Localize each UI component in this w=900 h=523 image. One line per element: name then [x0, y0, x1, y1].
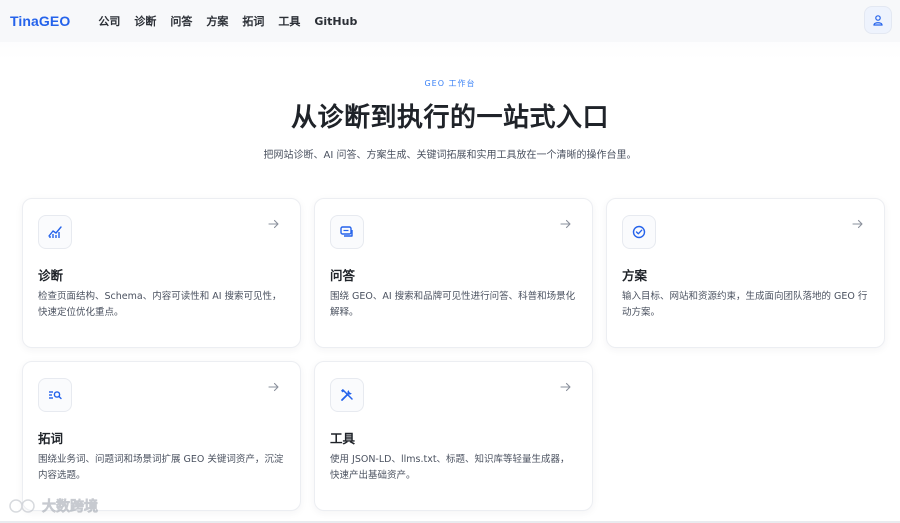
chat-icon — [340, 226, 353, 237]
watermark-logo-icon — [9, 499, 35, 513]
card-title: 问答 — [330, 268, 356, 283]
top-navigation-bar: TinaGEO 公司 诊断 问答 方案 拓词 工具 GitHub — [0, 0, 900, 42]
card-title: 拓词 — [38, 431, 64, 446]
nav-item-keywords[interactable]: 拓词 — [242, 13, 264, 29]
card-icon-box — [622, 215, 656, 249]
nav-item-plan[interactable]: 方案 — [206, 13, 228, 29]
card-diagnose[interactable]: 诊断 检查页面结构、Schema、内容可读性和 AI 搜索可见性，快速定位优化重… — [22, 198, 301, 348]
page-title: 从诊断到执行的一站式入口 — [290, 103, 609, 133]
nav-item-qa[interactable]: 问答 — [170, 13, 192, 29]
card-icon-box — [330, 215, 364, 249]
watermark-text: 大数跨境 — [42, 499, 99, 516]
hero-section: GEO 工作台 从诊断到执行的一站式入口 把网站诊断、AI 问答、方案生成、关键… — [0, 78, 900, 161]
arrow-right-icon — [560, 382, 571, 392]
card-title: 工具 — [330, 431, 356, 446]
check-circle-icon — [632, 225, 646, 239]
card-description: 检查页面结构、Schema、内容可读性和 AI 搜索可见性，快速定位优化重点。 — [38, 291, 282, 318]
tools-icon — [340, 388, 353, 401]
user-account-button[interactable] — [864, 6, 892, 34]
card-qa[interactable]: 问答 围绕 GEO、AI 搜索和品牌可见性进行问答、科普和场景化解释。 — [314, 198, 593, 348]
list-search-icon — [49, 391, 62, 400]
user-icon — [873, 15, 883, 26]
page-subtitle: 把网站诊断、AI 问答、方案生成、关键词拓展和实用工具放在一个清晰的操作台里。 — [263, 150, 637, 161]
nav-item-company[interactable]: 公司 — [98, 13, 120, 29]
nav-item-github[interactable]: GitHub — [314, 15, 357, 28]
arrow-right-icon — [852, 219, 863, 229]
nav-item-diagnose[interactable]: 诊断 — [134, 13, 156, 29]
card-keywords[interactable]: 拓词 围绕业务词、问题词和场景词扩展 GEO 关键词资产，沉淀内容选题。 — [22, 361, 301, 511]
watermark: 大数跨境 — [8, 496, 98, 516]
card-icon-box — [330, 378, 364, 412]
card-description: 围绕业务词、问题词和场景词扩展 GEO 关键词资产，沉淀内容选题。 — [38, 454, 284, 481]
card-title: 方案 — [622, 268, 648, 283]
card-description: 输入目标、网站和资源约束，生成面向团队落地的 GEO 行动方案。 — [622, 291, 868, 318]
card-description: 围绕 GEO、AI 搜索和品牌可见性进行问答、科普和场景化解释。 — [330, 291, 576, 318]
card-tools[interactable]: 工具 使用 JSON-LD、llms.txt、标题、知识库等轻量生成器，快速产出… — [314, 361, 593, 511]
arrow-right-icon — [560, 219, 571, 229]
hero-eyebrow: GEO 工作台 — [424, 79, 476, 88]
chart-icon — [48, 226, 62, 238]
card-icon-box — [38, 378, 72, 412]
arrow-right-icon — [268, 219, 279, 229]
card-description: 使用 JSON-LD、llms.txt、标题、知识库等轻量生成器，快速产出基础资… — [330, 454, 570, 481]
card-plan[interactable]: 方案 输入目标、网站和资源约束，生成面向团队落地的 GEO 行动方案。 — [606, 198, 885, 348]
main-nav: 公司 诊断 问答 方案 拓词 工具 GitHub — [98, 13, 371, 29]
arrow-right-icon — [268, 382, 279, 392]
card-title: 诊断 — [38, 268, 64, 283]
card-icon-box — [38, 215, 72, 249]
nav-item-tools[interactable]: 工具 — [278, 13, 300, 29]
brand-logo[interactable]: TinaGEO — [10, 13, 70, 29]
